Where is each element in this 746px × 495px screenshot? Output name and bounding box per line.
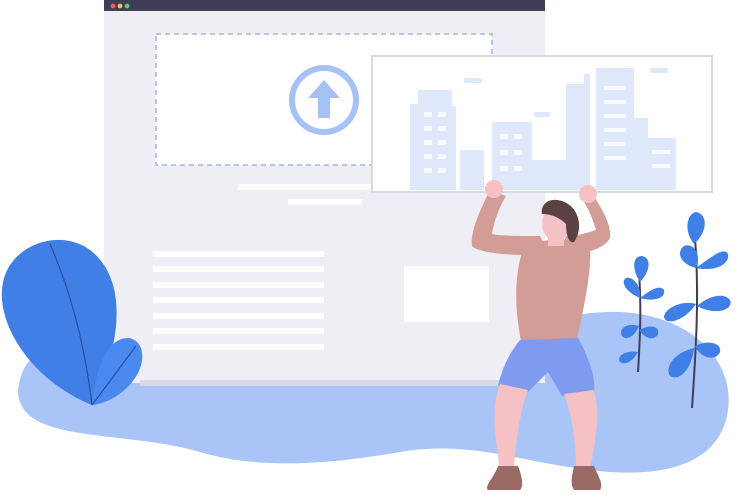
image-placeholder [404, 266, 489, 322]
maximize-dot-icon[interactable] [124, 3, 130, 9]
window-shadow [140, 380, 512, 386]
close-dot-icon[interactable] [110, 3, 116, 9]
left-hand [485, 180, 503, 198]
caption-line [288, 199, 362, 205]
right-hand [579, 185, 597, 203]
left-shoe [487, 466, 523, 490]
city-picture-card[interactable] [371, 55, 713, 193]
minimize-dot-icon[interactable] [117, 3, 123, 9]
window-titlebar [104, 0, 545, 11]
caption-line [238, 184, 388, 190]
upload-illustration [1, 0, 731, 490]
